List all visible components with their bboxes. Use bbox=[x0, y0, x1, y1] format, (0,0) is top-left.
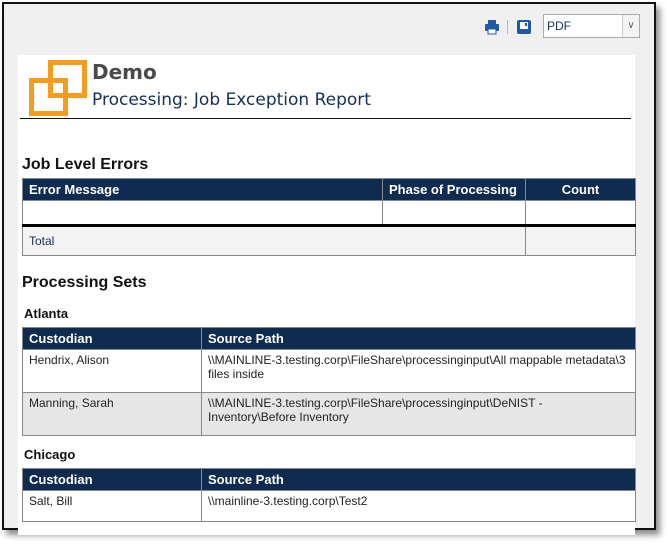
total-label: Total bbox=[22, 225, 526, 256]
error-message-cell bbox=[22, 200, 383, 227]
table-row: Hendrix, Alison \\MAINLINE-3.testing.cor… bbox=[22, 349, 636, 393]
header-divider bbox=[20, 118, 631, 119]
report-viewer-window: PDF ∨ Demo Processing: Job Exception Rep… bbox=[2, 2, 656, 535]
set-name-atlanta: Atlanta bbox=[24, 306, 69, 321]
company-logo bbox=[29, 60, 87, 116]
total-value bbox=[525, 225, 636, 256]
custodian-cell: Hendrix, Alison bbox=[22, 349, 202, 393]
column-header: Custodian bbox=[22, 327, 202, 350]
chicago-table: Custodian Source Path Salt, Bill \\mainl… bbox=[22, 468, 636, 522]
print-icon[interactable] bbox=[484, 19, 500, 35]
chevron-down-icon[interactable]: ∨ bbox=[622, 15, 639, 37]
job-errors-heading: Job Level Errors bbox=[22, 156, 149, 173]
toolbar-divider bbox=[507, 20, 508, 34]
export-format-value: PDF bbox=[547, 19, 571, 33]
save-icon[interactable] bbox=[516, 19, 532, 35]
table-row: Salt, Bill \\mainline-3.testing.corp\Tes… bbox=[22, 490, 636, 522]
source-path-cell: \\mainline-3.testing.corp\Test2 bbox=[201, 490, 636, 522]
job-errors-table: Error Message Phase of Processing Count … bbox=[22, 178, 636, 256]
report-title: Processing: Job Exception Report bbox=[92, 90, 371, 110]
export-format-select[interactable]: PDF ∨ bbox=[543, 14, 640, 38]
column-header: Count bbox=[525, 178, 636, 201]
custodian-cell: Salt, Bill bbox=[22, 490, 202, 522]
count-cell bbox=[525, 200, 636, 227]
toolbar: PDF ∨ bbox=[4, 4, 654, 54]
column-header: Source Path bbox=[201, 327, 636, 350]
table-row bbox=[22, 200, 636, 227]
custodian-cell: Manning, Sarah bbox=[22, 392, 202, 436]
atlanta-table: Custodian Source Path Hendrix, Alison \\… bbox=[22, 327, 636, 436]
set-name-chicago: Chicago bbox=[24, 447, 76, 462]
column-header: Custodian bbox=[22, 468, 202, 491]
table-row: Manning, Sarah \\MAINLINE-3.testing.corp… bbox=[22, 392, 636, 436]
column-header: Error Message bbox=[22, 178, 383, 201]
report-page: Demo Processing: Job Exception Report Jo… bbox=[18, 55, 636, 535]
source-path-cell: \\MAINLINE-3.testing.corp\FileShare\proc… bbox=[201, 349, 636, 393]
source-path-cell: \\MAINLINE-3.testing.corp\FileShare\proc… bbox=[201, 392, 636, 436]
company-name: Demo bbox=[92, 60, 157, 84]
processing-sets-heading: Processing Sets bbox=[22, 274, 147, 291]
total-row: Total bbox=[22, 225, 636, 256]
column-header: Phase of Processing bbox=[382, 178, 526, 201]
phase-cell bbox=[382, 200, 526, 227]
column-header: Source Path bbox=[201, 468, 636, 491]
